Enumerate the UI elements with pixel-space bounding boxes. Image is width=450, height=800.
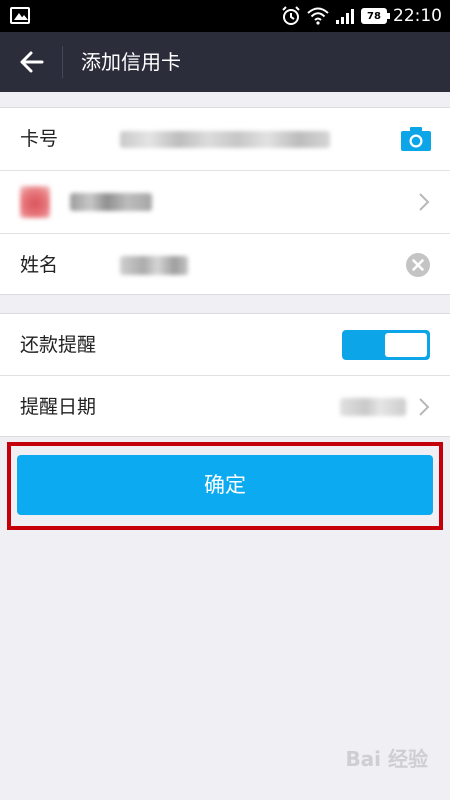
arrow-left-icon[interactable] [18, 48, 46, 76]
chevron-right-icon [419, 398, 430, 416]
reminder-date-label: 提醒日期 [20, 396, 97, 418]
clock: 22:10 [393, 6, 442, 26]
confirm-button[interactable]: 确定 [17, 455, 433, 515]
reminder-settings: 还款提醒 提醒日期 [0, 313, 450, 437]
bank-select-row[interactable] [0, 171, 450, 233]
repayment-reminder-label: 还款提醒 [20, 334, 97, 356]
clear-icon[interactable] [406, 253, 430, 277]
title-bar: 添加信用卡 [0, 32, 450, 92]
name-label: 姓名 [20, 254, 59, 276]
status-icons: 78 22:10 [281, 0, 442, 32]
alarm-icon [282, 6, 300, 25]
page-title: 添加信用卡 [81, 50, 181, 74]
battery-icon: 78 [361, 8, 390, 24]
image-icon [10, 7, 30, 24]
wifi-icon [307, 7, 329, 25]
bank-name [70, 193, 152, 211]
bank-logo [20, 186, 50, 218]
repayment-reminder-toggle[interactable] [342, 330, 430, 360]
chevron-right-icon [419, 193, 430, 211]
reminder-date-row[interactable]: 提醒日期 [0, 376, 450, 438]
card-number-row[interactable]: 卡号 [0, 108, 450, 170]
repayment-reminder-row: 还款提醒 [0, 314, 450, 376]
reminder-date-value [340, 398, 406, 416]
toggle-knob [385, 333, 427, 357]
camera-icon[interactable] [400, 126, 432, 152]
header-divider [62, 46, 63, 78]
card-form: 卡号 姓名 [0, 107, 450, 295]
card-number-field[interactable] [120, 131, 330, 148]
name-row: 姓名 [0, 234, 450, 296]
signal-icon [336, 9, 354, 24]
status-bar: 78 22:10 [0, 0, 450, 32]
watermark: Bai 经验 [345, 747, 428, 771]
card-number-label: 卡号 [20, 128, 59, 150]
name-field[interactable] [120, 256, 188, 275]
